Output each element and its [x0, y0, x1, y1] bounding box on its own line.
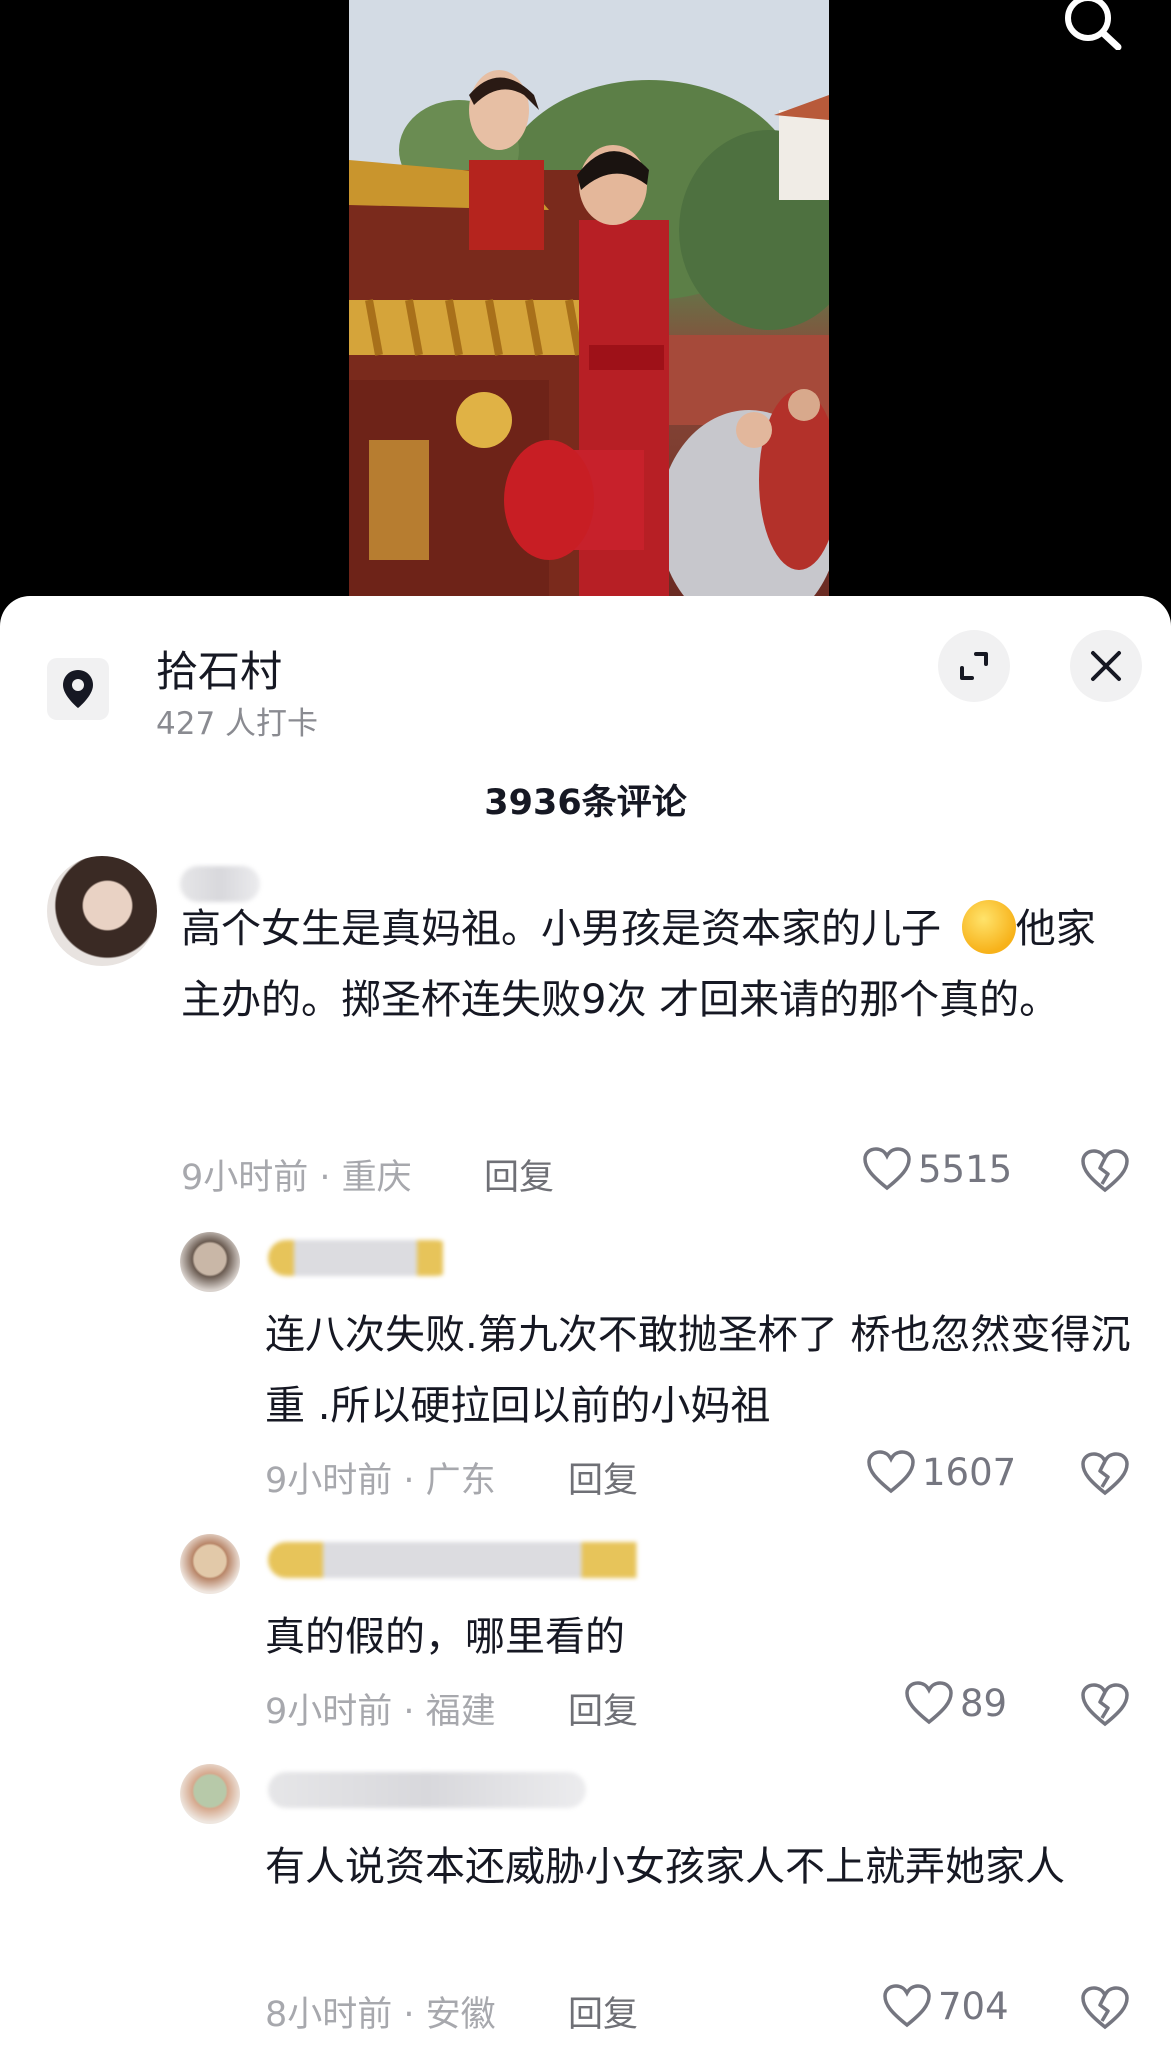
heart-icon — [883, 1984, 931, 2028]
username-blurred[interactable] — [268, 1542, 660, 1578]
avatar[interactable] — [47, 856, 157, 966]
close-icon — [1091, 651, 1121, 681]
video-still-image — [349, 0, 829, 600]
video-frame[interactable] — [349, 0, 829, 600]
dislike-button[interactable] — [1080, 1148, 1130, 1198]
comment-text-part: 高个女生是真妈祖。小男孩是资本家的儿子 — [181, 906, 954, 952]
broken-heart-icon — [1081, 1986, 1129, 2030]
like-count: 89 — [960, 1681, 1008, 1725]
username-blurred[interactable] — [268, 1772, 586, 1808]
broken-heart-icon — [1081, 1452, 1129, 1496]
reply-button[interactable]: 回复 — [568, 1452, 638, 1503]
heart-icon — [863, 1147, 911, 1191]
close-button[interactable] — [1070, 630, 1142, 702]
comment-meta: 9小时前 · 福建 — [265, 1692, 496, 1732]
comment-sheet: 拾石村 427 人打卡 3936条评论 高个女生是真妈祖。小男孩是资本家的儿子 … — [0, 596, 1171, 2072]
like-button[interactable]: 704 — [882, 1983, 1009, 2029]
reply-button[interactable]: 回复 — [568, 1683, 638, 1734]
reply-button[interactable]: 回复 — [568, 1986, 638, 2037]
like-count: 5515 — [918, 1147, 1013, 1191]
search-icon — [1065, 0, 1122, 51]
broken-heart-icon — [1081, 1683, 1129, 1727]
video-player[interactable] — [0, 0, 1171, 600]
expand-button[interactable] — [938, 630, 1010, 702]
avatar[interactable] — [180, 1764, 240, 1824]
broken-heart-icon — [1081, 1149, 1129, 1193]
like-button[interactable]: 5515 — [862, 1146, 1012, 1192]
location-name[interactable]: 拾石村 — [156, 638, 282, 699]
location-checkins: 427 人打卡 — [156, 706, 319, 742]
comment-text: 高个女生是真妈祖。小男孩是资本家的儿子 他家主办的。掷圣杯连失败9次 才回来请的… — [181, 894, 1121, 1036]
heart-icon — [905, 1681, 953, 1725]
like-count: 1607 — [922, 1450, 1017, 1494]
like-count: 704 — [938, 1984, 1009, 2028]
comment-text: 有人说资本还威胁小女孩家人不上就弄她家人 — [265, 1844, 1065, 1890]
reply-button[interactable]: 回复 — [484, 1149, 554, 1200]
like-button[interactable]: 89 — [904, 1680, 1007, 1726]
comment-text: 真的假的，哪里看的 — [265, 1614, 625, 1660]
comment-text: 连八次失败.第九次不敢抛圣杯了 桥也忽然变得沉重 .所以硬拉回以前的小妈祖 — [265, 1312, 1131, 1429]
location-pin-icon[interactable] — [47, 658, 109, 720]
comment-meta: 8小时前 · 安徽 — [265, 1995, 496, 2035]
comment-count-title: 3936条评论 — [484, 783, 687, 823]
heart-icon — [867, 1450, 915, 1494]
comment-meta: 9小时前 · 广东 — [265, 1461, 496, 1501]
dislike-button[interactable] — [1080, 1451, 1130, 1501]
dislike-button[interactable] — [1080, 1985, 1130, 2035]
like-button[interactable]: 1607 — [866, 1449, 1016, 1495]
avatar[interactable] — [180, 1232, 240, 1292]
smirk-face-emoji — [961, 900, 1016, 954]
comment-meta: 9小时前 · 重庆 — [181, 1158, 412, 1198]
avatar[interactable] — [180, 1534, 240, 1594]
expand-icon — [960, 652, 988, 680]
username-blurred[interactable] — [268, 1240, 454, 1276]
search-button[interactable] — [1056, 0, 1126, 51]
dislike-button[interactable] — [1080, 1682, 1130, 1732]
